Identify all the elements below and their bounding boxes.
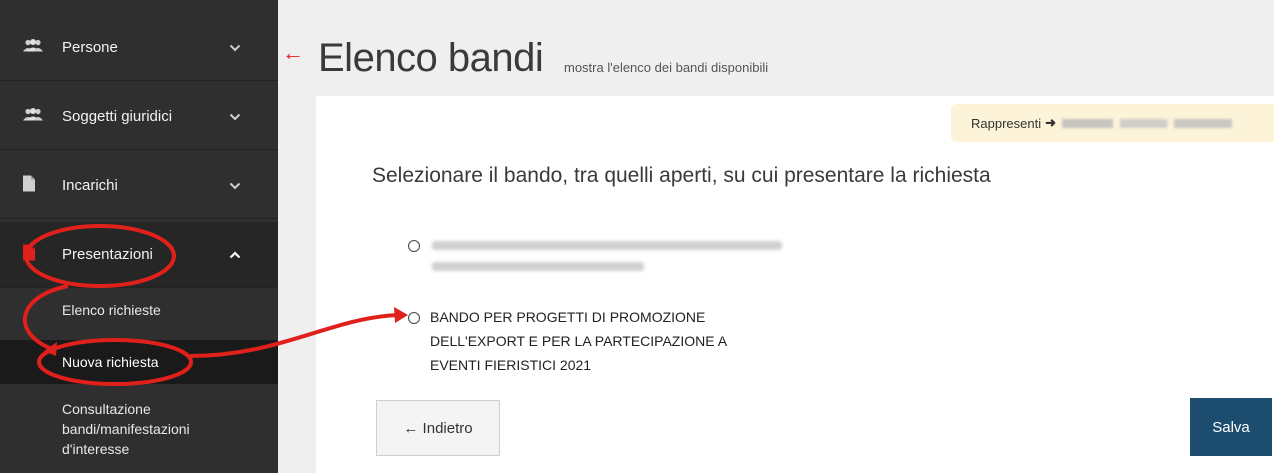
arrow-right-icon: ➜	[1045, 115, 1057, 130]
sidebar-item-persone[interactable]: Persone	[0, 15, 278, 81]
sidebar-item-label: Persone	[62, 39, 118, 56]
users-icon	[22, 107, 44, 126]
sidebar-item-label: Soggetti giuridici	[62, 108, 173, 125]
sidebar-item-soggetti-giuridici[interactable]: Soggetti giuridici	[0, 84, 278, 150]
content-card: Rappresenti ➜ Selezionare il bando, tra …	[316, 96, 1274, 473]
save-button[interactable]: Salva	[1190, 398, 1272, 456]
back-arrow-icon[interactable]: ←	[282, 40, 304, 66]
sidebar-subitem-label: Consultazione bandi/manifestazioni d'int…	[62, 401, 190, 457]
sidebar-item-presentazioni[interactable]: Presentazioni	[0, 222, 278, 288]
sidebar-item-label: Incarichi	[62, 177, 118, 194]
sidebar-item-incarichi[interactable]: Incarichi	[0, 153, 278, 219]
bando-option-1[interactable]	[408, 238, 784, 285]
radio-button[interactable]	[408, 312, 420, 324]
users-icon	[22, 38, 44, 57]
rappresenti-banner: Rappresenti ➜	[951, 104, 1274, 142]
page-subtitle: mostra l'elenco dei bandi disponibili	[564, 60, 769, 75]
bando-option-2[interactable]: BANDO PER PROGETTI DI PROMOZIONE DELL'EX…	[408, 309, 780, 377]
chevron-down-icon	[229, 177, 241, 195]
file-icon	[22, 243, 36, 266]
sidebar: Persone Soggetti giuridici Incarichi Pre…	[0, 0, 278, 473]
sidebar-subitem-label: Elenco richieste	[62, 302, 161, 318]
redacted-option-text	[432, 238, 784, 285]
sidebar-item-label: Presentazioni	[62, 246, 153, 263]
redacted-text	[1062, 118, 1233, 128]
question-text: Selezionare il bando, tra quelli aperti,…	[372, 164, 991, 187]
chevron-up-icon	[229, 246, 241, 264]
rappresenti-label: Rappresenti	[971, 115, 1042, 131]
sidebar-subitem-consultazione-bandi[interactable]: Consultazione bandi/manifestazioni d'int…	[0, 399, 230, 459]
radio-button[interactable]	[408, 240, 420, 252]
file-icon	[22, 174, 36, 197]
main-content: ← Elenco bandi mostra l'elenco dei bandi…	[278, 0, 1274, 473]
sidebar-subitem-elenco-richieste[interactable]: Elenco richieste	[0, 302, 278, 328]
bando-option-label: BANDO PER PROGETTI DI PROMOZIONE DELL'EX…	[430, 309, 727, 373]
sidebar-subitem-label: Nuova richiesta	[62, 354, 159, 370]
back-button[interactable]: ← Indietro	[376, 400, 500, 456]
chevron-down-icon	[229, 39, 241, 57]
chevron-down-icon	[229, 108, 241, 126]
page-title: Elenco bandi	[318, 36, 544, 80]
sidebar-subitem-nuova-richiesta[interactable]: Nuova richiesta	[0, 340, 278, 384]
